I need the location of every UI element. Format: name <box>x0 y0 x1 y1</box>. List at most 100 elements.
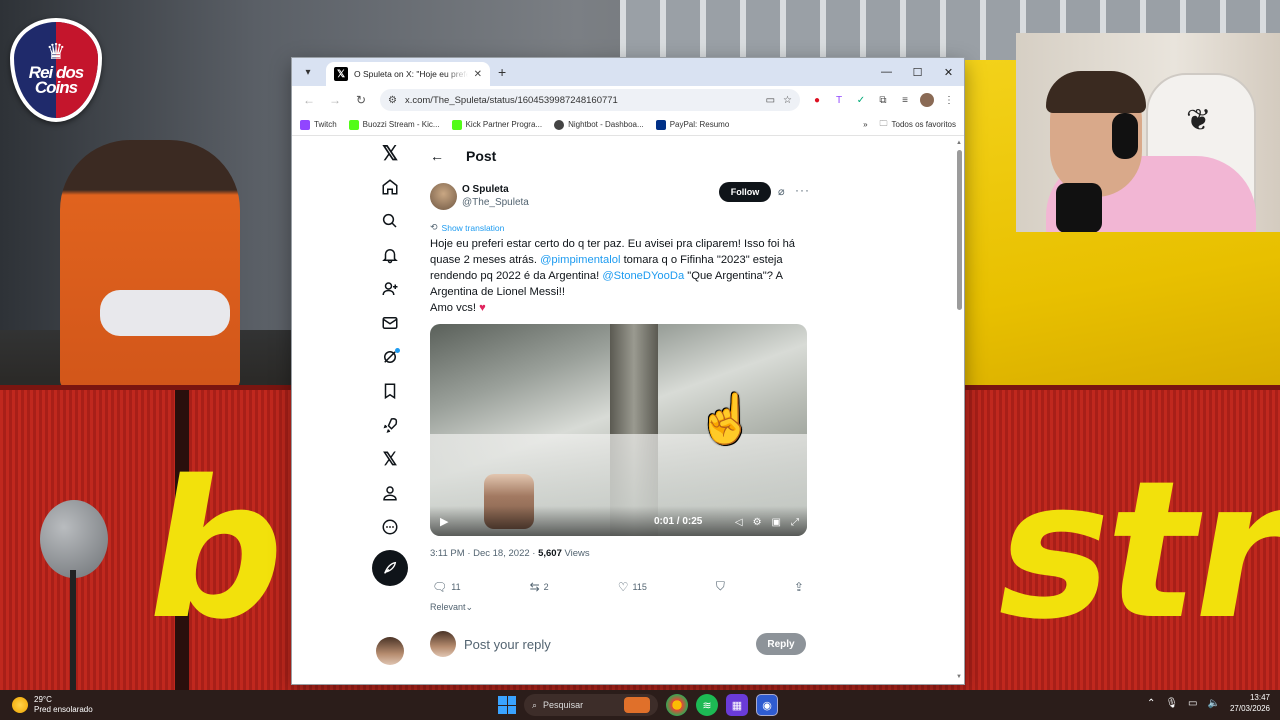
bookmark-twitch[interactable]: Twitch <box>300 119 337 130</box>
clock[interactable]: 13:47 27/03/2026 <box>1230 692 1270 714</box>
chair-logo-icon: ❦ <box>1186 104 1212 137</box>
new-tab-icon[interactable]: + <box>498 64 506 80</box>
bookmark-buozzi[interactable]: Buozzi Stream - Kic... <box>348 119 440 130</box>
account-avatar[interactable] <box>376 637 404 665</box>
forward-icon[interactable]: → <box>324 89 346 111</box>
extensions-puzzle-icon[interactable]: ⧉ <box>874 91 892 109</box>
messages-icon[interactable] <box>372 306 408 340</box>
show-translation[interactable]: ⟲ Show translation <box>420 222 812 233</box>
scrollbar-thumb[interactable] <box>957 150 962 310</box>
logo-text: Rei dos Coins <box>28 63 84 97</box>
reply-input[interactable]: Post your reply <box>464 637 551 652</box>
sort-label: Relevant <box>430 602 466 612</box>
scrollbar[interactable]: ▲ ▼ <box>956 140 962 680</box>
follow-button[interactable]: Follow <box>719 182 771 202</box>
tab-search-icon[interactable]: ▾ <box>296 62 320 82</box>
maximize-icon[interactable]: ☐ <box>902 58 933 86</box>
bookmarks-icon[interactable] <box>372 374 408 408</box>
crown-icon: ♛ <box>46 39 66 64</box>
notifications-icon[interactable] <box>372 238 408 272</box>
more-bookmarks-icon[interactable]: » <box>863 120 867 129</box>
reply-button[interactable]: Reply <box>756 633 806 655</box>
repost-action[interactable]: ⇆ 2 <box>530 579 549 594</box>
site-info-icon[interactable]: ⚙ <box>388 95 397 106</box>
twitch-extension-icon[interactable]: T <box>830 91 848 109</box>
author-avatar[interactable] <box>430 182 457 210</box>
bookmark-star-icon[interactable]: ☆ <box>783 95 792 106</box>
premium-x-icon[interactable]: 𝕏 <box>372 442 408 476</box>
scroll-up-icon[interactable]: ▲ <box>956 140 962 146</box>
media-controls-icon[interactable]: ≡ <box>896 91 914 109</box>
back-icon[interactable]: ← <box>298 89 320 111</box>
search-icon[interactable] <box>372 204 408 238</box>
play-icon[interactable]: ▶ <box>440 515 448 528</box>
extension-green-icon[interactable]: ✓ <box>852 91 870 109</box>
bookmark-paypal[interactable]: PayPal: Resumo <box>655 119 729 130</box>
home-icon[interactable] <box>372 170 408 204</box>
bookmark-action[interactable]: ⛉ <box>716 579 725 594</box>
like-action[interactable]: ♡ 115 <box>618 579 647 594</box>
pip-icon[interactable]: ▣ <box>772 517 781 528</box>
system-tray: ⌃ 🎙 ▭ 🔈 13:47 27/03/2026 <box>1147 692 1270 714</box>
jobs-rocket-icon[interactable] <box>372 408 408 442</box>
close-window-icon[interactable]: ✕ <box>933 58 964 86</box>
post-timestamp[interactable]: 3:11 PM · Dec 18, 2022 · <box>430 548 538 559</box>
weather-desc: Pred ensolarado <box>34 705 93 714</box>
like-count: 115 <box>632 581 647 592</box>
x-logo-icon[interactable]: 𝕏 <box>372 136 408 170</box>
windows-start-icon[interactable] <box>498 696 516 714</box>
volume-icon[interactable]: 🔈 <box>1208 698 1220 709</box>
profile-icon[interactable] <box>372 476 408 510</box>
reply-composer: Post your reply Reply <box>420 629 812 659</box>
video-player[interactable]: ☝ ▶ 0:01 / 0:25 ◁ ⚙ ▣ ⤢ <box>430 324 807 536</box>
mute-icon[interactable]: ◁ <box>735 517 743 528</box>
post-more-icon[interactable]: ··· <box>795 183 810 197</box>
address-bar[interactable]: ⚙ x.com/The_Spuleta/status/1604539987248… <box>380 89 800 111</box>
scroll-down-icon[interactable]: ▼ <box>956 674 962 680</box>
fullscreen-icon[interactable]: ⤢ <box>791 517 799 528</box>
reload-icon[interactable]: ↻ <box>350 89 372 111</box>
chrome-app-icon[interactable] <box>666 694 688 716</box>
grok-icon[interactable] <box>372 340 408 374</box>
led-board-lettering-right: str <box>980 440 1280 661</box>
share-action[interactable]: ⇪ <box>794 579 804 594</box>
taskbar-search[interactable]: ⌕ Pesquisar <box>524 694 658 716</box>
settings-icon[interactable]: ⚙ <box>753 517 762 528</box>
browser-tab[interactable]: 𝕏 O Spuleta on X: "Hoje eu prefe ✕ <box>326 62 490 86</box>
follow-icon[interactable] <box>372 272 408 306</box>
bookmark-nightbot[interactable]: Nightbot - Dashboa... <box>554 119 644 130</box>
obs-app-icon[interactable]: ◉ <box>756 694 778 716</box>
browser-menu-icon[interactable]: ⋮ <box>940 91 958 109</box>
author-handle[interactable]: @The_Spuleta <box>462 197 529 208</box>
bookmark-kick-partner[interactable]: Kick Partner Progra... <box>451 119 542 130</box>
reply-action[interactable]: 🗨 11 <box>432 579 461 594</box>
sun-icon <box>12 697 28 713</box>
author-name[interactable]: O Spuleta <box>462 184 529 195</box>
minimize-icon[interactable]: — <box>871 58 902 86</box>
reply-sort[interactable]: Relevant⌄ <box>420 602 812 613</box>
views-label: Views <box>561 548 590 559</box>
reply-icon: 🗨 <box>432 579 448 594</box>
mention-link[interactable]: @StoneDYooDa <box>602 270 684 282</box>
display-icon[interactable]: ▭ <box>1188 698 1197 709</box>
weather-widget[interactable]: 29°C Pred ensolarado <box>0 695 93 715</box>
more-options-icon[interactable] <box>372 510 408 544</box>
streaming-app-icon[interactable]: ▦ <box>726 694 748 716</box>
mention-link[interactable]: @pimpimentalol <box>540 254 620 266</box>
repost-count: 2 <box>543 581 549 592</box>
tray-overflow-icon[interactable]: ⌃ <box>1147 698 1155 709</box>
reply-avatar <box>430 631 456 657</box>
post-column: ← Post O Spuleta @The_Spuleta Follow ⌀ ·… <box>420 136 812 659</box>
microphone-icon[interactable]: 🎙 <box>1165 698 1178 709</box>
weather-text: 29°C Pred ensolarado <box>34 695 93 715</box>
all-bookmarks[interactable]: 🗀 Todos os favoritos <box>880 118 956 132</box>
install-app-icon[interactable]: ▭ <box>766 95 775 106</box>
compose-post-button[interactable] <box>372 550 408 586</box>
extension-red-icon[interactable]: ● <box>808 91 826 109</box>
grok-explain-icon[interactable]: ⌀ <box>778 185 785 198</box>
back-arrow-icon[interactable]: ← <box>430 148 444 164</box>
profile-icon[interactable] <box>918 91 936 109</box>
heart-emoji: ♥ <box>479 302 486 314</box>
close-tab-icon[interactable]: ✕ <box>474 69 482 80</box>
spotify-app-icon[interactable]: ≋ <box>696 694 718 716</box>
